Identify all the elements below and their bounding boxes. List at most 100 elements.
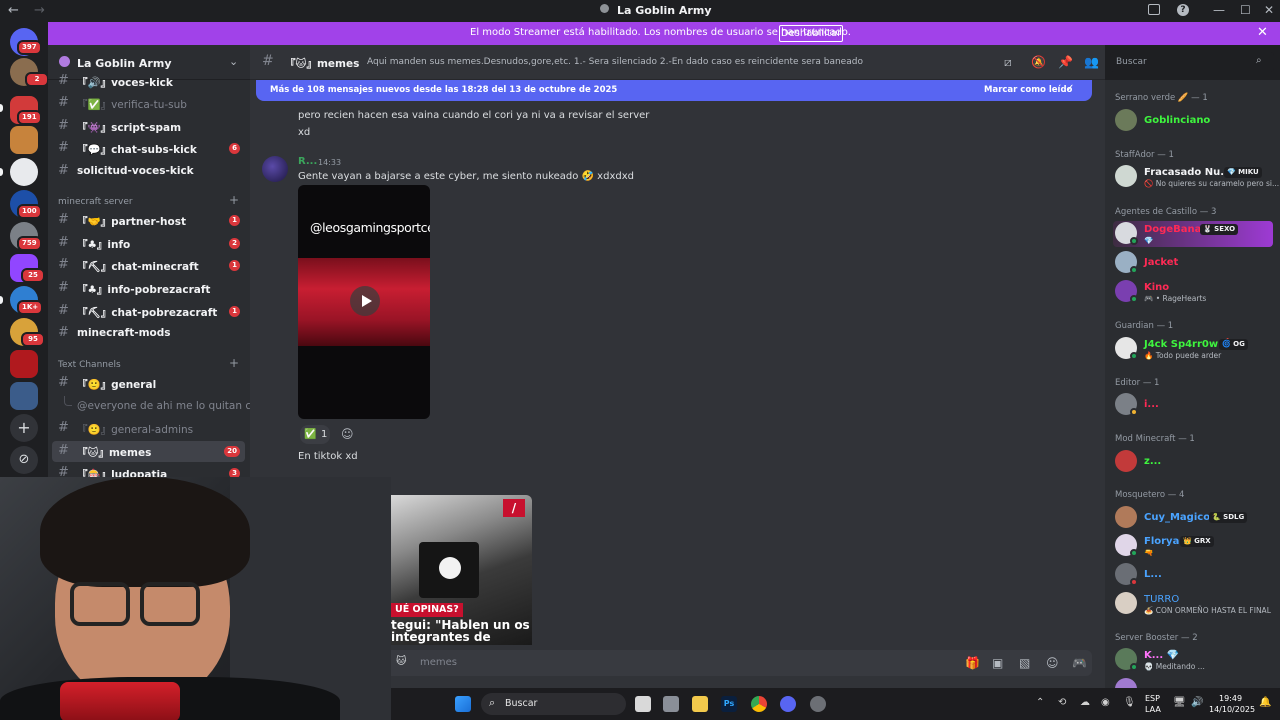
threads-icon[interactable]: ⧄ xyxy=(1004,55,1012,70)
member-list-icon[interactable]: 👥 xyxy=(1084,55,1099,69)
channel-chat-pobrezacraft[interactable]: # 『⛏』chat-pobrezacraft 1 xyxy=(52,301,245,322)
add-server-icon[interactable]: + xyxy=(10,414,38,442)
inbox-icon[interactable] xyxy=(1148,4,1160,15)
chrome-icon[interactable] xyxy=(751,696,767,712)
language-indicator[interactable]: ESP xyxy=(1145,694,1160,703)
member-item[interactable]: Jacket xyxy=(1113,250,1273,276)
help-icon[interactable]: ? xyxy=(1177,4,1189,16)
microphone-icon[interactable]: 🎙 xyxy=(1123,697,1136,708)
message-author[interactable]: R... xyxy=(298,156,317,167)
thread-item[interactable]: @everyone de ahi me lo quitan ch... xyxy=(52,396,268,417)
category-minecraft-server[interactable]: minecraft server xyxy=(58,197,133,207)
gif-icon[interactable]: ▣ xyxy=(992,656,1003,670)
app-icon[interactable] xyxy=(663,696,679,712)
channel-solicitud-voces-kick[interactable]: # solicitud-voces-kick xyxy=(52,161,245,182)
member-item[interactable]: K... 💎 💀 Meditando ... xyxy=(1113,647,1273,673)
member-status: 🎮 • RageHearts xyxy=(1144,294,1207,303)
member-item[interactable]: i... xyxy=(1113,392,1273,418)
volume-icon[interactable]: 🔊 xyxy=(1191,697,1203,708)
back-arrow-icon[interactable]: ← xyxy=(8,3,19,18)
channel-verifica-tu-sub[interactable]: # 『✅』verifica-tu-sub xyxy=(52,93,245,114)
add-channel-icon[interactable]: + xyxy=(229,193,239,207)
channel-general-admins[interactable]: # 『🙂』general-admins xyxy=(52,418,245,439)
member-item[interactable]: Floryan 👑 GRX 🔫 xyxy=(1113,533,1273,559)
member-item[interactable]: Fracasado Nu... 💎 MIKU 🚫 No quieres su c… xyxy=(1113,164,1279,190)
close-window-icon[interactable]: ✕ xyxy=(1264,3,1274,17)
play-icon[interactable] xyxy=(350,286,380,316)
task-view-icon[interactable] xyxy=(635,696,651,712)
file-explorer-icon[interactable] xyxy=(692,696,708,712)
video-embed[interactable]: @leosgamingsportcenter xyxy=(298,185,430,419)
mark-read-icon[interactable]: ✓ xyxy=(1066,83,1074,94)
new-messages-bar[interactable]: Más de 108 mensajes nuevos desde las 18:… xyxy=(256,80,1092,101)
member-item[interactable]: L... xyxy=(1113,562,1273,588)
chevron-down-icon[interactable]: ⌄ xyxy=(229,55,238,68)
member-item[interactable]: Cuy_Magico 🐍 SDLG xyxy=(1113,505,1273,531)
channel-general[interactable]: # 『🙂』general xyxy=(52,373,245,394)
channel-partner-host[interactable]: # 『🤝』partner-host 1 xyxy=(52,210,245,231)
channel-info-pobrezacraft[interactable]: # 『♣』info-pobrezacraft xyxy=(52,278,245,299)
channel-chat-minecraft[interactable]: # 『⛏』chat-minecraft 1 xyxy=(52,255,245,276)
mention-count: 20 xyxy=(224,446,240,457)
news-image-embed[interactable]: / UÉ OPINAS? tegui: "Hablen un os integr… xyxy=(391,495,532,645)
channel-script-spam[interactable]: # 『👾』script-spam xyxy=(52,116,245,137)
member-item[interactable]: TURRO 🍝 CON ORMEÑO HASTA EL FINAL xyxy=(1113,591,1273,617)
keyboard-layout-indicator[interactable]: LAA xyxy=(1145,705,1161,714)
taskbar-search[interactable]: ⌕ Buscar xyxy=(481,693,626,715)
photoshop-icon[interactable]: Ps xyxy=(721,696,737,712)
guild-tag: 💎 MIKU xyxy=(1224,167,1262,178)
channel-voces-kick[interactable]: # 『🔊』voces-kick xyxy=(52,71,245,92)
tray-app-icon[interactable]: ◉ xyxy=(1101,697,1110,708)
disable-streamer-button[interactable]: Deshabilitar xyxy=(779,25,843,42)
channel-topic[interactable]: Aqui manden sus memes.Desnudos,gore,etc.… xyxy=(367,57,863,67)
channel-label: 『🙂』general-admins xyxy=(77,424,194,436)
sticker-icon[interactable]: ▧ xyxy=(1019,656,1030,670)
search-input[interactable]: Buscar ⌕ xyxy=(1110,52,1274,72)
server-icon xyxy=(600,4,609,13)
forward-arrow-icon[interactable]: → xyxy=(34,3,45,18)
clock-time[interactable]: 19:49 xyxy=(1219,694,1242,703)
channel-chat-subs-kick[interactable]: # 『💬』chat-subs-kick 6 xyxy=(52,138,245,159)
member-item[interactable]: Goblinciano xyxy=(1113,108,1273,134)
hash-icon: # xyxy=(58,420,69,435)
search-placeholder: Buscar xyxy=(1116,57,1147,67)
server-name[interactable]: La Goblin Army xyxy=(77,57,172,70)
add-channel-icon[interactable]: + xyxy=(229,356,239,370)
channel-info[interactable]: # 『♣』info 2 xyxy=(52,233,245,254)
server-icon[interactable] xyxy=(10,350,38,378)
member-item[interactable]: J4ck Sp4rr0w 🔥 🌀 OG 🔥 Todo puede arder xyxy=(1113,336,1273,362)
member-item[interactable]: z... xyxy=(1113,449,1273,475)
discord-icon[interactable] xyxy=(780,696,796,712)
pin-icon[interactable]: 📌 xyxy=(1058,55,1073,69)
close-banner-icon[interactable]: ✕ xyxy=(1257,25,1268,40)
add-reaction-icon[interactable]: ☺ xyxy=(341,427,354,441)
emoji-icon[interactable]: ☺ xyxy=(1046,656,1059,670)
windows-start-icon[interactable] xyxy=(455,696,471,712)
channel-memes[interactable]: # 『🐱』memes 20 xyxy=(52,441,245,462)
avatar xyxy=(1115,506,1137,528)
guild-tag: 🐍 SDLG xyxy=(1209,512,1248,523)
member-item[interactable]: DogeBanane 🐰 SEXO 💎 xyxy=(1113,221,1273,247)
discover-icon[interactable]: ⊘ xyxy=(10,446,38,474)
member-item[interactable]: Kino 🎮 • RageHearts xyxy=(1113,279,1273,305)
tray-app-icon[interactable]: ⟲ xyxy=(1058,697,1066,708)
mark-as-read-button[interactable]: Marcar como leído xyxy=(984,85,1072,95)
cloud-icon[interactable]: ☁ xyxy=(1080,697,1090,708)
notification-icon[interactable]: 🔔 xyxy=(1259,697,1271,708)
notification-bell-icon[interactable]: 🔕 xyxy=(1031,55,1046,69)
server-icon[interactable] xyxy=(10,158,38,186)
maximize-icon[interactable]: ☐ xyxy=(1240,3,1251,17)
channel-minecraft-mods[interactable]: # minecraft-mods xyxy=(52,323,245,344)
app-icon[interactable] xyxy=(810,696,826,712)
avatar[interactable] xyxy=(262,156,288,182)
minimize-icon[interactable]: — xyxy=(1213,3,1225,17)
server-icon[interactable] xyxy=(10,126,38,154)
gift-icon[interactable]: 🎁 xyxy=(965,656,980,670)
category-text-channels[interactable]: Text Channels xyxy=(58,360,121,370)
reaction-button[interactable]: ✅ 1 xyxy=(300,425,330,444)
chevron-up-icon[interactable]: ⌃ xyxy=(1036,697,1044,708)
server-icon[interactable] xyxy=(10,382,38,410)
network-icon[interactable]: 🖥 xyxy=(1173,697,1186,708)
apps-icon[interactable]: 🎮 xyxy=(1072,656,1087,670)
clock-date[interactable]: 14/10/2025 xyxy=(1209,705,1255,714)
